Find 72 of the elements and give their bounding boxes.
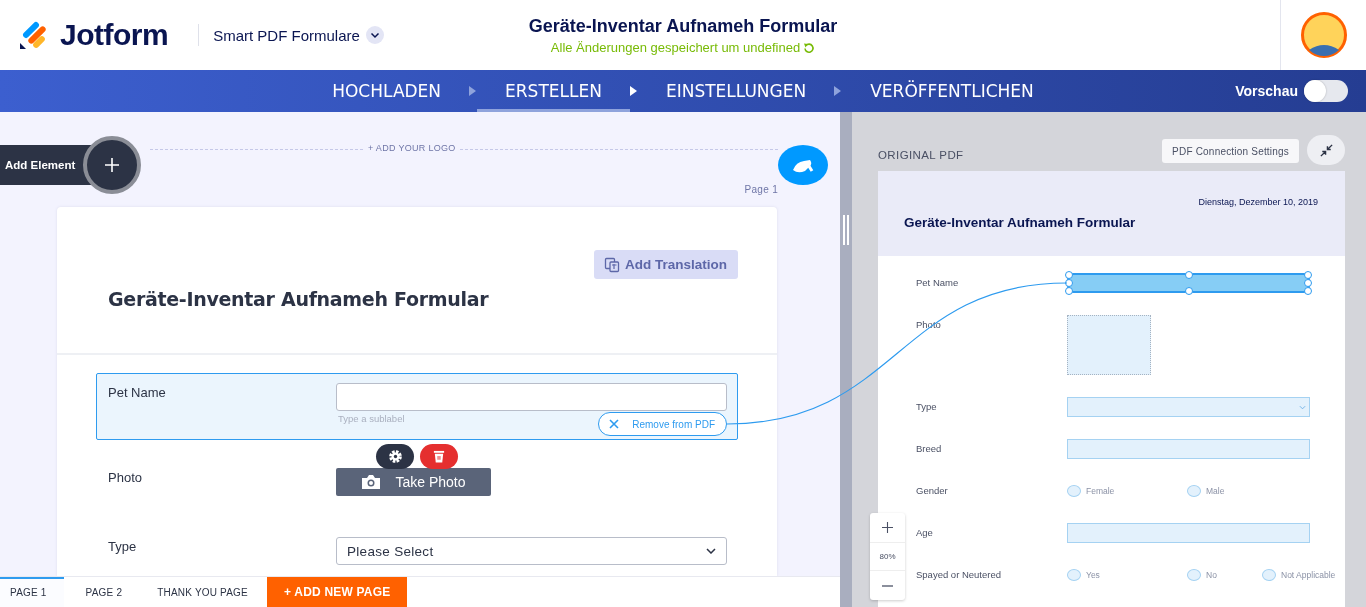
plus-icon [104, 157, 121, 173]
text-input[interactable] [336, 383, 727, 411]
zoom-level: 80% [870, 542, 905, 571]
radio-label: Female [1086, 485, 1115, 498]
take-photo-button[interactable]: Take Photo [336, 468, 491, 496]
radio-label: Not Applicable [1281, 569, 1336, 582]
page-tab[interactable]: PAGE 1 [0, 577, 64, 607]
form-field[interactable]: Photo Take Photo [96, 458, 738, 509]
pdf-date: Dienstag, Dezember 10, 2019 [1198, 197, 1318, 207]
pdf-field-label: Age [916, 526, 934, 540]
pdf-field-label: Breed [916, 442, 943, 456]
form-title: Geräte-Inventar Aufnameh Formular [528, 16, 838, 37]
form-heading: Geräte-Inventar Aufnameh Formular [108, 288, 489, 310]
field-label: Pet Name [108, 384, 167, 402]
refresh-icon [803, 41, 816, 54]
chevron-down-icon [365, 26, 384, 44]
chevron-down-icon [706, 548, 716, 554]
radio-label: Yes [1086, 569, 1100, 582]
page-number: Page 1 [744, 184, 778, 195]
pdf-title: Geräte-Inventar Aufnameh Formular [904, 215, 1136, 230]
brand-name: Jotform [60, 18, 169, 52]
radio-button[interactable] [1187, 485, 1201, 497]
radio-button[interactable] [1187, 569, 1201, 581]
radio-label: Male [1206, 485, 1225, 498]
step-tab[interactable]: HOCHLADEN [304, 70, 470, 112]
collapse-icon [1318, 142, 1334, 158]
translate-icon [604, 256, 620, 273]
chevron-right-icon [834, 86, 843, 96]
radio-button[interactable] [1067, 485, 1081, 497]
step-tab[interactable]: VERÖFFENTLICHEN [842, 70, 1062, 112]
field-label: Photo [108, 469, 143, 487]
pdf-field-label: Pet Name [916, 276, 960, 290]
step-tab[interactable]: EINSTELLUNGEN [637, 70, 835, 112]
sublabel-field[interactable]: Type a sublabel [336, 413, 540, 424]
radio-button[interactable] [1067, 569, 1081, 581]
resize-handle[interactable] [842, 214, 850, 245]
settings-icon [387, 449, 403, 464]
chevron-right-icon [629, 86, 638, 96]
pdf-photo-field[interactable] [1067, 315, 1151, 375]
preview-label: Vorschau [1235, 83, 1298, 99]
camera-icon [361, 474, 382, 490]
add-logo-link[interactable]: + ADD YOUR LOGO [365, 143, 459, 153]
plus-icon [882, 522, 893, 533]
pdf-text-field[interactable] [1067, 439, 1310, 459]
form-field[interactable]: Type Please Select [96, 527, 738, 576]
pdf-field-label: Type [916, 400, 938, 414]
add-element-button[interactable]: Add Element [0, 136, 142, 194]
brush-button[interactable] [778, 145, 828, 185]
dropdown-field[interactable]: Please Select [336, 537, 727, 565]
field-label: Type [108, 538, 138, 556]
panel-title: ORIGINAL PDF [878, 149, 964, 163]
pdf-dropdown-field[interactable] [1067, 397, 1310, 417]
pdf-field-label: Gender [916, 484, 949, 498]
pdf-text-field[interactable] [1067, 523, 1310, 543]
avatar [1300, 12, 1347, 58]
add-translation-button[interactable]: Add Translation [594, 250, 738, 279]
delete-button[interactable] [420, 444, 458, 469]
collapse-button[interactable] [1307, 135, 1345, 165]
trash-icon [433, 450, 445, 463]
minus-icon [882, 584, 893, 587]
radio-button[interactable] [1262, 569, 1276, 581]
radio-label: No [1206, 569, 1217, 582]
product-name: Smart PDF Formulare [213, 26, 360, 44]
pdf-text-field[interactable] [1067, 273, 1310, 293]
chevron-down-icon [1299, 404, 1306, 410]
save-status: Alle Änderungen gespeichert um undefined [550, 40, 801, 55]
settings-button[interactable] [376, 444, 414, 469]
pdf-connection-settings-button[interactable]: PDF Connection Settings [1162, 139, 1299, 163]
pdf-field-label: Spayed or Neutered [916, 568, 1003, 582]
chevron-right-icon [469, 86, 478, 96]
preview-toggle[interactable] [1304, 80, 1348, 102]
close-icon [609, 419, 620, 429]
